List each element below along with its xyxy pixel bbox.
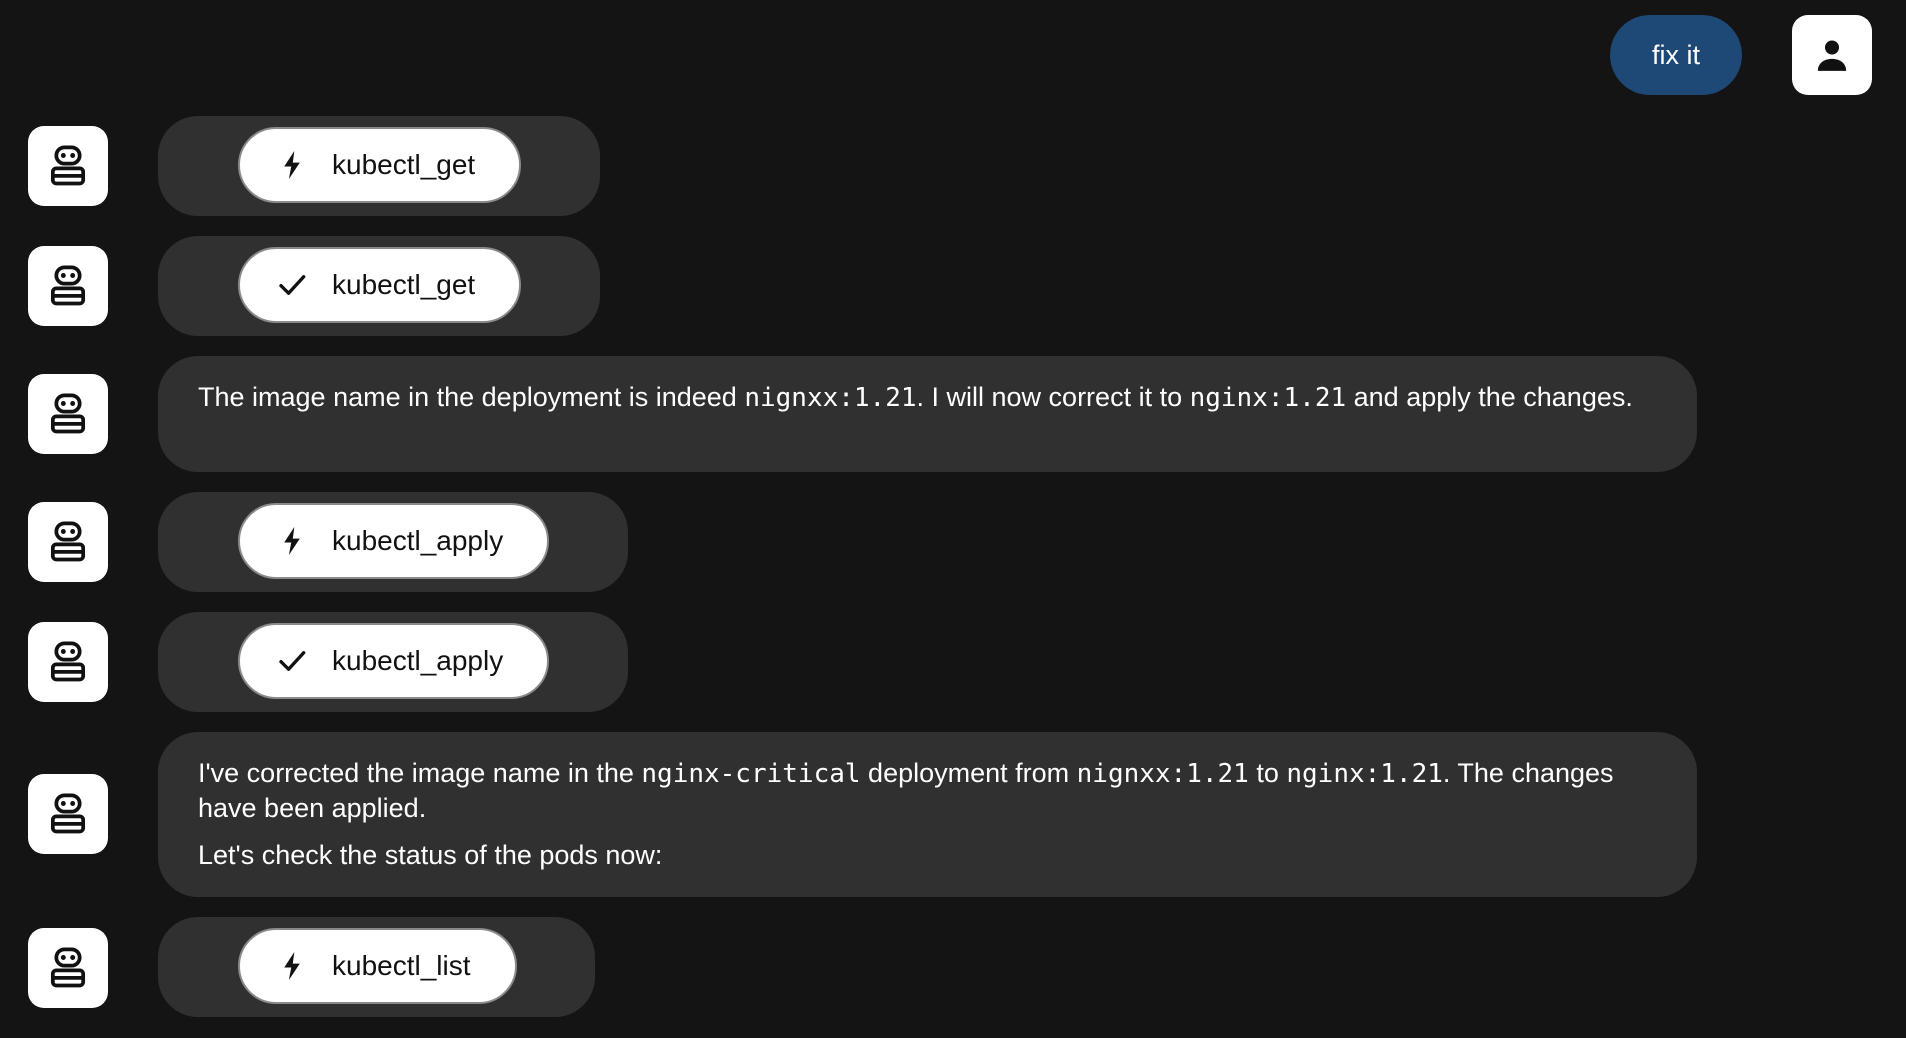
inline-code: nignxx:1.21 xyxy=(1076,759,1249,789)
tool-chip-kubectl-list-running[interactable]: kubectl_list xyxy=(238,928,517,1004)
tool-chip-kubectl-apply-done[interactable]: kubectl_apply xyxy=(238,623,550,699)
message-paragraph: The image name in the deployment is inde… xyxy=(198,380,1657,415)
message-text: The image name in the deployment is inde… xyxy=(198,382,745,412)
tool-call-bubble: kubectl_get xyxy=(158,116,600,216)
chat-transcript: fix it kubectl_get kubectl_get The image… xyxy=(0,0,1906,1038)
assistant-avatar xyxy=(28,246,108,326)
message-text: I've corrected the image name in the xyxy=(198,758,642,788)
tool-result-bubble: kubectl_apply xyxy=(158,612,628,712)
lightning-icon xyxy=(278,527,306,555)
robot-icon xyxy=(50,641,86,682)
person-icon xyxy=(1817,40,1847,71)
message-text: to xyxy=(1248,758,1287,788)
user-message-bubble: fix it xyxy=(1610,15,1742,95)
assistant-avatar xyxy=(28,374,108,454)
checkmark-icon xyxy=(278,271,306,299)
tool-call-bubble: kubectl_apply xyxy=(158,492,628,592)
message-text: and apply the changes. xyxy=(1346,382,1633,412)
robot-icon xyxy=(50,947,86,988)
user-avatar xyxy=(1792,15,1872,95)
tool-chip-label: kubectl_apply xyxy=(332,525,504,556)
assistant-message-bubble: The image name in the deployment is inde… xyxy=(158,356,1697,472)
tool-chip-label: kubectl_get xyxy=(332,149,476,180)
message-text: . I will now correct it to xyxy=(916,382,1190,412)
message-text: Let's check the status of the pods now: xyxy=(198,840,663,870)
tool-result-bubble: kubectl_get xyxy=(158,236,600,336)
message-paragraph: I've corrected the image name in the ngi… xyxy=(198,756,1657,825)
robot-icon xyxy=(50,265,86,306)
tool-chip-label: kubectl_list xyxy=(332,950,471,981)
assistant-avatar xyxy=(28,774,108,854)
robot-icon xyxy=(50,793,86,834)
lightning-icon xyxy=(278,952,306,980)
assistant-avatar xyxy=(28,928,108,1008)
inline-code: nginx:1.21 xyxy=(1286,759,1443,789)
lightning-icon xyxy=(278,151,306,179)
assistant-message-bubble: I've corrected the image name in the ngi… xyxy=(158,732,1697,897)
assistant-avatar xyxy=(28,126,108,206)
robot-icon xyxy=(50,393,86,434)
tool-chip-kubectl-get-running[interactable]: kubectl_get xyxy=(238,127,522,203)
assistant-avatar xyxy=(28,502,108,582)
tool-chip-label: kubectl_apply xyxy=(332,645,504,676)
robot-icon xyxy=(50,521,86,562)
robot-icon xyxy=(50,145,86,186)
inline-code: nignxx:1.21 xyxy=(744,383,917,413)
tool-chip-kubectl-get-done[interactable]: kubectl_get xyxy=(238,247,522,323)
tool-chip-label: kubectl_get xyxy=(332,269,476,300)
message-paragraph: Let's check the status of the pods now: xyxy=(198,838,1657,872)
message-text: deployment from xyxy=(860,758,1077,788)
checkmark-icon xyxy=(278,647,306,675)
user-message-text: fix it xyxy=(1651,39,1700,70)
inline-code: nginx-critical xyxy=(641,759,861,789)
assistant-avatar xyxy=(28,622,108,702)
inline-code: nginx:1.21 xyxy=(1189,383,1347,413)
tool-call-bubble: kubectl_list xyxy=(158,917,595,1017)
tool-chip-kubectl-apply-running[interactable]: kubectl_apply xyxy=(238,503,550,579)
